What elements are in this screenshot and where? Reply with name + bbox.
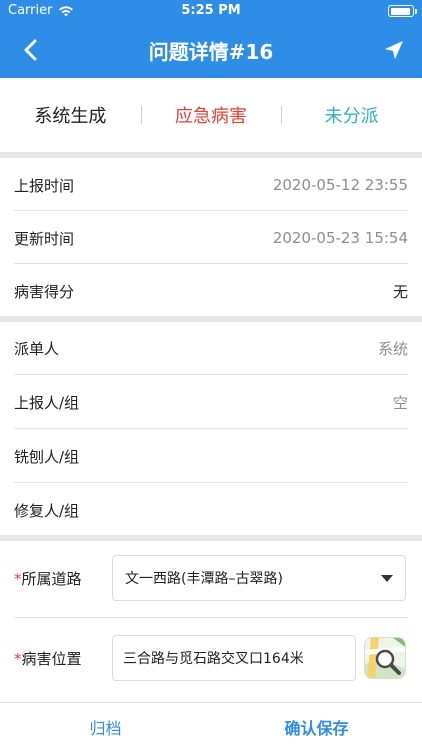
bottom-action-bar: 归档 确认保存 — [0, 702, 422, 750]
report-time-value: 2020-05-12 23:55 — [272, 176, 408, 194]
score-value: 无 — [392, 282, 408, 301]
assignment-tag: 未分派 — [281, 102, 422, 128]
update-time-value: 2020-05-23 15:54 — [272, 229, 408, 247]
archive-button[interactable]: 归档 — [0, 715, 211, 739]
location-input-value: 三合路与觅石路交叉口164米 — [123, 651, 304, 667]
location-field-row: *病害位置 三合路与觅石路交叉口164米 — [0, 618, 422, 698]
issue-tags: 系统生成 应急病害 未分派 — [0, 78, 422, 152]
source-tag: 系统生成 — [34, 106, 107, 127]
status-bar: Carrier 5:25 PM — [0, 0, 422, 22]
road-label: 所属道路 — [21, 569, 82, 588]
repair-row: 修复人/组 — [0, 483, 422, 537]
battery-icon — [388, 5, 417, 17]
road-select-value: 文一西路(丰潭路–古翠路) — [125, 571, 283, 587]
update-time-label: 更新时间 — [14, 229, 75, 248]
navigate-button[interactable] — [378, 34, 410, 66]
reporter-row: 上报人/组 空 — [0, 375, 422, 429]
required-mark: * — [14, 569, 22, 588]
report-time-label: 上报时间 — [14, 176, 75, 195]
top-bar: Carrier 5:25 PM 问题详情#16 — [0, 0, 422, 78]
location-label: 病害位置 — [21, 649, 82, 668]
milling-label: 铣刨人/组 — [14, 447, 80, 466]
dispatcher-label: 派单人 — [14, 339, 60, 358]
report-time-row: 上报时间 2020-05-12 23:55 — [0, 158, 422, 212]
confirm-save-button[interactable]: 确认保存 — [211, 715, 422, 739]
dispatcher-row: 派单人 系统 — [0, 321, 422, 375]
category-tag: 应急病害 — [140, 102, 282, 128]
repair-label: 修复人/组 — [14, 501, 80, 520]
score-row: 病害得分 无 — [0, 264, 422, 318]
location-input[interactable]: 三合路与觅石路交叉口164米 — [112, 635, 356, 681]
dispatcher-value: 系统 — [377, 339, 408, 358]
reporter-value: 空 — [392, 393, 408, 412]
reporter-label: 上报人/组 — [14, 393, 80, 412]
map-search-icon — [365, 638, 405, 678]
status-time: 5:25 PM — [181, 3, 241, 18]
caret-down-icon — [381, 574, 393, 582]
nav-bar: 问题详情#16 — [0, 22, 422, 78]
milling-row: 铣刨人/组 — [0, 429, 422, 483]
required-mark: * — [14, 649, 22, 668]
road-select[interactable]: 文一西路(丰潭路–古翠路) — [112, 555, 406, 601]
location-arrow-icon — [385, 41, 403, 59]
score-label: 病害得分 — [14, 282, 75, 301]
update-time-row: 更新时间 2020-05-23 15:54 — [0, 211, 422, 265]
page-title: 问题详情#16 — [148, 40, 274, 64]
road-field-row: *所属道路 文一西路(丰潭路–古翠路) — [0, 538, 422, 618]
map-search-button[interactable] — [364, 637, 406, 679]
